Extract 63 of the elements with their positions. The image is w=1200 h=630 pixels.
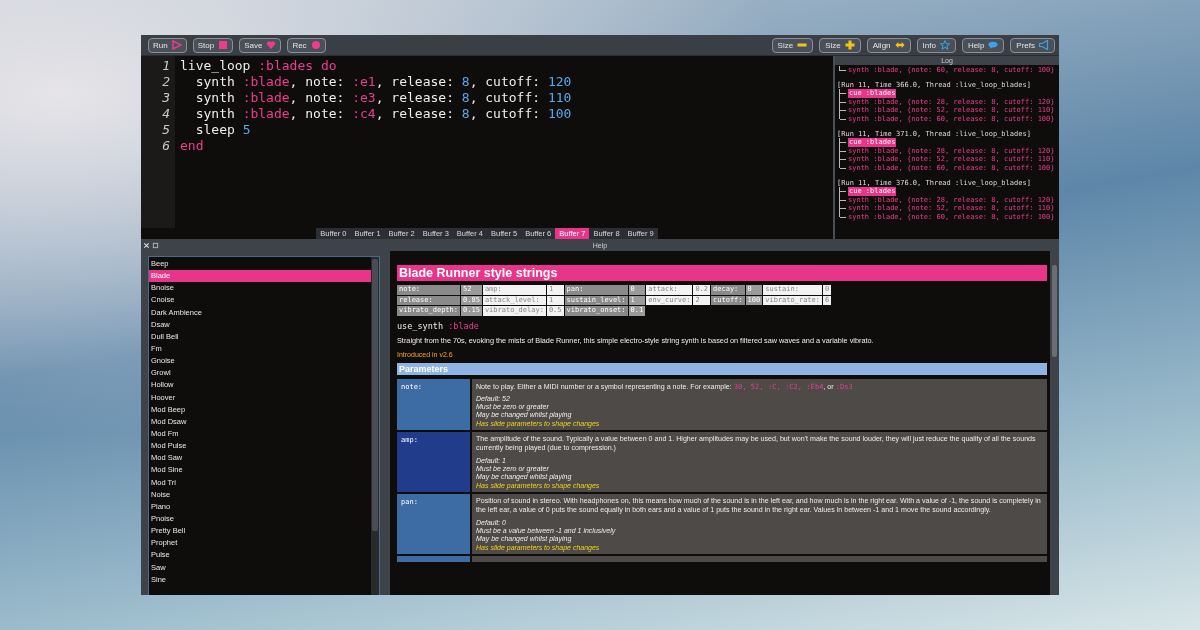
line-number: 3: [162, 90, 170, 106]
stop-icon: [218, 40, 229, 50]
code-token: :c4: [352, 106, 376, 121]
speaker-icon: [1039, 40, 1049, 50]
code-editor[interactable]: 1 2 3 4 5 6 live_loop :blades do synth :blade, note: :e1, release: 8, cutoff: 120 synth :blade, note: :e3, release: 8, cutoff: 110 synth :blade, note: :c4, release: 8, cutoff: 100 sleep 5 end: [141, 56, 833, 228]
code-token: :blades: [258, 58, 314, 73]
scrollbar[interactable]: [1050, 251, 1059, 595]
grow-text-button[interactable]: Size: [819, 37, 861, 53]
save-button[interactable]: Save: [239, 37, 282, 53]
code-token: sleep: [194, 122, 236, 137]
line-number: 1: [162, 58, 170, 74]
star-icon: [939, 40, 950, 50]
code-token: :e1: [352, 74, 376, 89]
line-number: 6: [162, 138, 170, 154]
code-token: 8: [461, 106, 470, 121]
plus-icon: [844, 40, 855, 50]
scrollbar[interactable]: [371, 257, 379, 595]
code-token: live_loop: [180, 58, 252, 73]
code-token: , note:: [289, 90, 346, 105]
code-token: , release:: [375, 74, 455, 89]
stop-button[interactable]: Stop: [192, 37, 234, 53]
speech-bubble-icon: [988, 40, 999, 50]
code-token: 100: [547, 106, 572, 121]
help-button[interactable]: Help: [961, 37, 1005, 53]
code-token: , cutoff:: [469, 90, 542, 105]
line-number: 5: [162, 122, 170, 138]
code-token: synth: [194, 90, 236, 105]
usage-code: use_synth :blade: [397, 320, 480, 331]
code-token: 5: [242, 122, 251, 137]
close-icon[interactable]: [143, 241, 150, 249]
code-token: 8: [461, 90, 470, 105]
align-button[interactable]: Align: [866, 37, 911, 53]
run-button[interactable]: Run: [148, 37, 187, 53]
line-number: 4: [162, 106, 170, 122]
code-token: :blade: [242, 106, 290, 121]
shrink-text-button[interactable]: Size: [771, 37, 814, 53]
code-token: 120: [547, 74, 572, 89]
parameters-heading: Parameters: [397, 362, 1047, 375]
play-icon: [171, 40, 182, 50]
code-token: end: [180, 138, 204, 153]
preferences-button[interactable]: Prefs: [1010, 37, 1055, 53]
code-token: , cutoff:: [469, 74, 542, 89]
code-token: :blade: [242, 90, 290, 105]
info-button[interactable]: Info: [916, 37, 956, 53]
code-token: synth: [194, 106, 236, 121]
code-token: , release:: [375, 106, 455, 121]
code-token: , cutoff:: [469, 106, 542, 121]
code-token: :e3: [352, 90, 376, 105]
code-token: , note:: [289, 106, 346, 121]
code-token: synth: [194, 74, 236, 89]
code-token: :blade: [242, 74, 290, 89]
double-arrow-icon: [894, 40, 905, 50]
record-icon: [310, 40, 321, 50]
line-number: 2: [162, 74, 170, 90]
code-token: , release:: [375, 90, 455, 105]
undock-icon[interactable]: [152, 241, 159, 249]
code-token: , note:: [289, 74, 346, 89]
code-token: do: [319, 58, 337, 73]
code-token: 110: [547, 90, 572, 105]
code-token: 8: [461, 74, 470, 89]
heart-icon: [266, 40, 277, 50]
doc-title: Blade Runner style strings: [397, 265, 1047, 281]
record-button[interactable]: Rec: [287, 37, 326, 53]
